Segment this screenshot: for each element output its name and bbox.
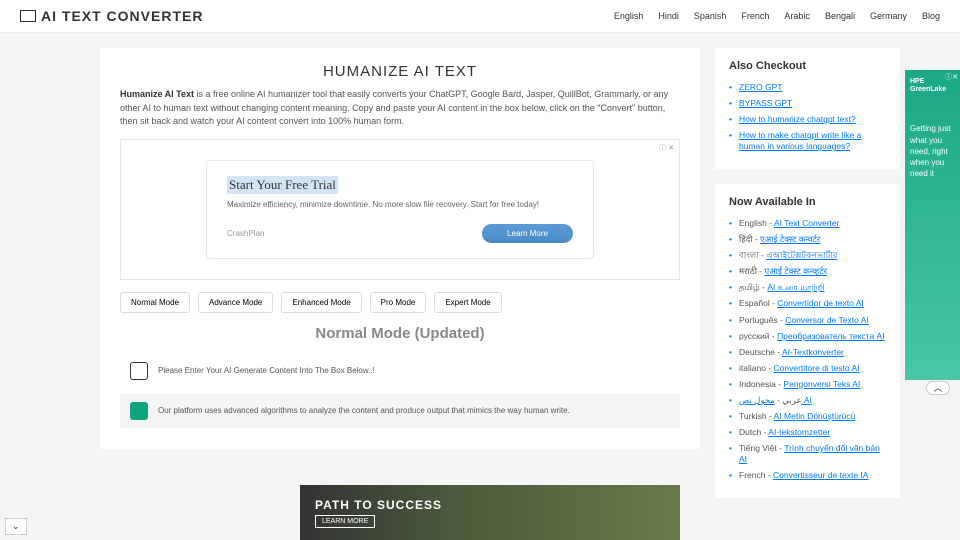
mode-tab[interactable]: Pro Mode: [370, 292, 427, 313]
language-link[interactable]: Conversor de Texto AI: [785, 315, 868, 325]
language-link[interactable]: AI உரை மாற்றி: [767, 282, 824, 292]
language-link[interactable]: AI-Textkonverter: [782, 347, 844, 357]
page-title: HUMANIZE AI TEXT: [120, 63, 680, 80]
languages-title: Now Available In: [729, 196, 886, 208]
ad-close-icon[interactable]: ⓘ ✕: [659, 143, 674, 153]
checkout-link[interactable]: BYPASS GPT: [739, 98, 792, 108]
language-link[interactable]: Convertisseur de texte IA: [773, 470, 868, 480]
language-link[interactable]: एआई टेक्स्ट कन्व्हर्टर: [764, 266, 827, 276]
language-link[interactable]: Convertidor de texto AI: [777, 298, 863, 308]
collapse-button[interactable]: ⌄: [5, 518, 27, 535]
mode-heading: Normal Mode (Updated): [120, 325, 680, 342]
ad-brand: CrashPlan: [227, 229, 264, 238]
logo-icon: [20, 10, 36, 22]
mode-tab[interactable]: Normal Mode: [120, 292, 190, 313]
ad-close-icon[interactable]: ⓘ✕: [945, 72, 958, 82]
ad-title[interactable]: Start Your Free Trial: [227, 176, 338, 194]
sidebar-ad[interactable]: ⓘ✕ HPEGreenLake Getting just what you ne…: [905, 70, 960, 380]
language-link[interactable]: Pengonversi Teks AI: [783, 379, 860, 389]
bottom-banner-ad[interactable]: PATH TO SUCCESS LEARN MORE: [300, 485, 680, 540]
ad-text: Maximize efficiency, minimize downtime. …: [227, 200, 573, 209]
nav-link[interactable]: Bengali: [825, 11, 855, 21]
nav-link[interactable]: Blog: [922, 11, 940, 21]
languages-list: English - AI Text Converterहिंदी - एआई ट…: [729, 218, 886, 481]
languages-card: Now Available In English - AI Text Conve…: [715, 184, 900, 498]
nav-link[interactable]: Germany: [870, 11, 907, 21]
nav-link[interactable]: Hindi: [658, 11, 679, 21]
bottom-ad-title: PATH TO SUCCESS: [315, 498, 442, 512]
ai-info-text: Our platform uses advanced algorithms to…: [158, 405, 570, 416]
main-content: HUMANIZE AI TEXT Humanize AI Text is a f…: [100, 48, 700, 449]
scroll-top-button[interactable]: ︿: [926, 381, 950, 395]
top-nav: English Hindi Spanish French Arabic Bengali Ge…: [614, 11, 940, 21]
logo[interactable]: AI TEXT CONVERTER: [20, 8, 203, 24]
mode-tab[interactable]: Advance Mode: [198, 292, 273, 313]
sidebar: Also Checkout ZERO GPT BYPASS GPT How to h…: [715, 48, 900, 498]
language-link[interactable]: AI-tekstomzetter: [768, 427, 830, 437]
checkout-link[interactable]: How to humanize chatgpt text?: [739, 114, 856, 124]
language-link[interactable]: এআইটেক্সটকনভার্টার: [766, 250, 837, 260]
mode-tab[interactable]: Enhanced Mode: [281, 292, 361, 313]
inline-ad: ⓘ ✕ Start Your Free Trial Maximize effic…: [120, 139, 680, 280]
language-link[interactable]: एआई टेक्स्ट कन्वर्टर: [760, 234, 820, 244]
checkout-link[interactable]: ZERO GPT: [739, 82, 782, 92]
mode-tabs: Normal Mode Advance Mode Enhanced Mode Pro …: [120, 292, 680, 313]
chatgpt-icon: [130, 402, 148, 420]
header: AI TEXT CONVERTER English Hindi Spanish Fre…: [0, 0, 960, 33]
language-link[interactable]: Convertitore di testo AI: [774, 363, 860, 373]
nav-link[interactable]: French: [741, 11, 769, 21]
ad-learn-more-button[interactable]: Learn More: [482, 224, 573, 243]
bottom-ad-button[interactable]: LEARN MORE: [315, 515, 375, 528]
sidebar-ad-text: Getting just what you need, right when y…: [910, 123, 955, 179]
checkout-card: Also Checkout ZERO GPT BYPASS GPT How to h…: [715, 48, 900, 169]
user-prompt-text: Please Enter Your AI Generate Content In…: [158, 365, 375, 376]
user-prompt-row: Please Enter Your AI Generate Content In…: [120, 354, 680, 388]
nav-link[interactable]: Arabic: [784, 11, 810, 21]
user-icon: [130, 362, 148, 380]
nav-link[interactable]: English: [614, 11, 644, 21]
brand-text: AI TEXT CONVERTER: [41, 8, 203, 24]
language-link[interactable]: AI Text Converter: [774, 218, 840, 228]
ai-info-row: Our platform uses advanced algorithms to…: [120, 394, 680, 428]
language-link[interactable]: AI Metin Dönüştürücü: [774, 411, 856, 421]
description: Humanize AI Text is a free online AI hum…: [120, 88, 680, 129]
checkout-link[interactable]: How to make chatgpt write like a human i…: [739, 130, 861, 151]
nav-link[interactable]: Spanish: [694, 11, 727, 21]
checkout-list: ZERO GPT BYPASS GPT How to humanize chatgp…: [729, 82, 886, 152]
language-link[interactable]: Преобразователь текста AI: [777, 331, 885, 341]
mode-tab[interactable]: Expert Mode: [434, 292, 501, 313]
checkout-title: Also Checkout: [729, 60, 886, 72]
